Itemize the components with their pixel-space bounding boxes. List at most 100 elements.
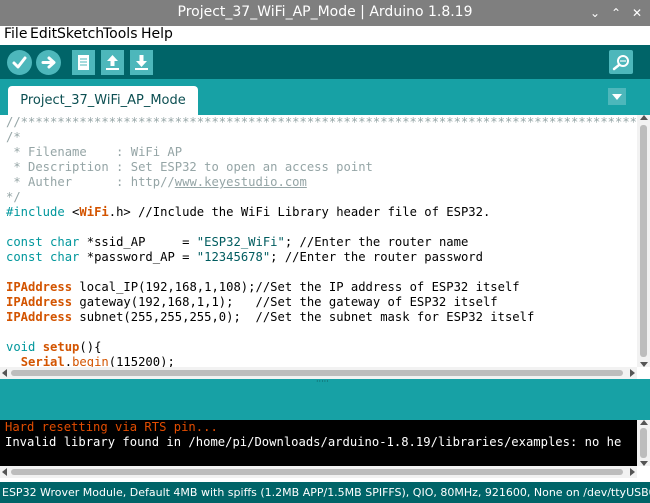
- code-token: IPAddress: [6, 295, 73, 309]
- code-token: ; //Enter the router name: [284, 235, 469, 249]
- code-token: void: [6, 340, 36, 354]
- grip-handle[interactable]: ·····: [316, 378, 329, 386]
- code-token: char: [50, 235, 80, 249]
- scroll-up-icon[interactable]: [640, 420, 648, 425]
- document-icon: [78, 55, 89, 70]
- code-line[interactable]: IPAddress subnet(255,255,255,0); //Set t…: [6, 310, 637, 325]
- scroll-thumb[interactable]: [11, 469, 623, 475]
- code-token: (115200);: [108, 355, 175, 367]
- code-line[interactable]: * Filename : WiFi AP: [6, 145, 637, 160]
- status-message-area: [0, 385, 650, 420]
- code-token: subnet(255,255,255,0); //Set the subnet …: [72, 310, 535, 324]
- code-token: local_IP(192,168,1,108);//Set the IP add…: [72, 280, 520, 294]
- menu-tools[interactable]: Tools: [103, 26, 138, 42]
- code-editor[interactable]: //**************************************…: [0, 115, 637, 367]
- upload-button[interactable]: [36, 50, 61, 75]
- menu-file[interactable]: File: [4, 26, 27, 42]
- code-token: * Description : Set ESP32 to open an acc…: [6, 160, 373, 174]
- board-status-bar: ESP32 Wrover Module, Default 4MB with sp…: [0, 482, 650, 503]
- code-line[interactable]: * Description : Set ESP32 to open an acc…: [6, 160, 637, 175]
- scroll-thumb[interactable]: [640, 428, 647, 458]
- menu-help[interactable]: Help: [141, 26, 173, 42]
- code-line[interactable]: ​: [6, 265, 637, 280]
- code-token: .: [64, 355, 73, 367]
- scroll-left-icon[interactable]: [2, 369, 7, 377]
- console-line: Hard resetting via RTS pin...: [5, 420, 218, 434]
- code-token: Serial: [20, 355, 65, 367]
- code-line[interactable]: #include <WiFi.h> //Include the WiFi Lib…: [6, 205, 637, 220]
- editor-vertical-scrollbar[interactable]: [637, 115, 650, 367]
- serial-monitor-button[interactable]: [609, 50, 633, 74]
- code-line[interactable]: IPAddress local_IP(192,168,1,108);//Set …: [6, 280, 637, 295]
- code-link[interactable]: www.keyestudio.com: [175, 175, 307, 189]
- toolbar: [0, 45, 650, 79]
- console-vertical-scrollbar[interactable]: [637, 420, 650, 466]
- code-line[interactable]: /*: [6, 130, 637, 145]
- console-line: Invalid library found in /home/pi/Downlo…: [5, 435, 622, 449]
- code-line[interactable]: Serial.begin(115200);: [6, 355, 637, 367]
- code-token: IPAddress: [6, 310, 73, 324]
- menu-sketch[interactable]: Sketch: [57, 26, 104, 42]
- code-token: gateway(192,168,1,1); //Set the gateway …: [72, 295, 498, 309]
- code-text[interactable]: //**************************************…: [6, 115, 637, 367]
- magnifier-icon: [612, 55, 629, 71]
- code-line[interactable]: //**************************************…: [6, 115, 637, 130]
- window-title: Project_37_WiFi_AP_Mode | Arduino 1.8.19: [177, 4, 473, 20]
- scroll-left-icon[interactable]: [2, 468, 7, 476]
- close-icon[interactable]: ✕: [628, 4, 646, 22]
- code-token: char: [50, 250, 80, 264]
- menu-bar: File Edit Sketch Tools Help: [0, 26, 650, 45]
- menu-edit[interactable]: Edit: [30, 26, 57, 42]
- arrow-right-icon: [41, 56, 56, 69]
- arrow-down-icon: [135, 55, 148, 70]
- code-token: WiFi: [79, 205, 109, 219]
- code-line[interactable]: */: [6, 190, 637, 205]
- save-button[interactable]: [130, 50, 153, 75]
- code-token: *ssid_AP =: [79, 235, 197, 249]
- code-token: //**************************************…: [6, 115, 637, 129]
- code-token: const: [6, 250, 51, 264]
- maximize-icon[interactable]: ⌃: [607, 4, 625, 22]
- code-token: begin: [72, 355, 109, 367]
- console-horizontal-scrollbar[interactable]: [0, 466, 637, 478]
- tab-menu-button[interactable]: [608, 88, 626, 105]
- scroll-down-icon[interactable]: [640, 461, 648, 466]
- code-token: .h> //Include the WiFi Library header fi…: [108, 205, 491, 219]
- minimize-icon[interactable]: ⌄: [586, 4, 604, 22]
- new-button[interactable]: [72, 50, 95, 75]
- code-line[interactable]: void setup(){: [6, 340, 637, 355]
- code-token: ; //Enter the router password: [270, 250, 483, 264]
- board-info: ESP32 Wrover Module, Default 4MB with sp…: [2, 486, 650, 499]
- code-token: const: [6, 235, 51, 249]
- code-token: #include: [6, 205, 73, 219]
- tab-project-37-wifi-ap-mode[interactable]: Project_37_WiFi_AP_Mode: [8, 86, 198, 115]
- code-token: * Filename : WiFi AP: [6, 145, 183, 159]
- window-title-bar: Project_37_WiFi_AP_Mode | Arduino 1.8.19…: [0, 0, 650, 26]
- scroll-down-icon[interactable]: [640, 362, 648, 367]
- check-icon: [12, 56, 27, 69]
- scroll-right-icon[interactable]: [630, 468, 635, 476]
- code-token: /*: [6, 130, 21, 144]
- code-token: */: [6, 190, 21, 204]
- code-line[interactable]: ​: [6, 220, 637, 235]
- arrow-up-icon: [106, 55, 119, 70]
- code-token: setup: [42, 340, 80, 354]
- code-token: * Auther : http//: [6, 175, 175, 189]
- verify-button[interactable]: [7, 50, 32, 75]
- open-button[interactable]: [101, 50, 124, 75]
- scroll-up-icon[interactable]: [640, 115, 648, 120]
- code-token: "ESP32_WiFi": [196, 235, 285, 249]
- scroll-thumb[interactable]: [640, 125, 647, 357]
- code-line[interactable]: ​: [6, 325, 637, 340]
- code-token: "12345678": [196, 250, 271, 264]
- code-line[interactable]: const char *ssid_AP = "ESP32_WiFi"; //En…: [6, 235, 637, 250]
- scroll-right-icon[interactable]: [630, 369, 635, 377]
- code-token: (){: [79, 340, 102, 354]
- console-output: Hard resetting via RTS pin... Invalid li…: [0, 420, 637, 466]
- code-line[interactable]: IPAddress gateway(192,168,1,1); //Set th…: [6, 295, 637, 310]
- code-line[interactable]: const char *password_AP = "12345678"; //…: [6, 250, 637, 265]
- scroll-thumb[interactable]: [11, 370, 623, 376]
- code-line[interactable]: * Auther : http//www.keyestudio.com: [6, 175, 637, 190]
